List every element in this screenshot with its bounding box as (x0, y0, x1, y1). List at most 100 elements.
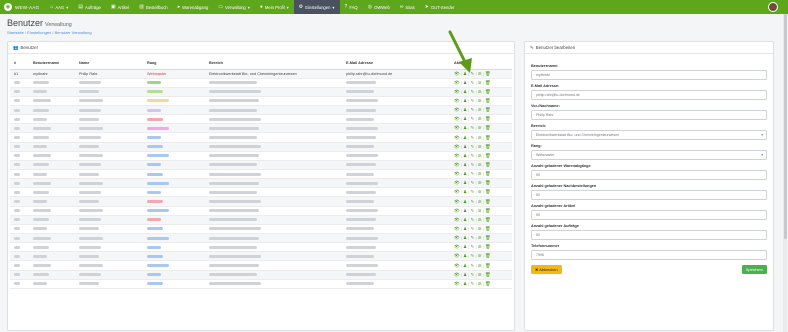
nav-item-auftr-ge[interactable]: ▤ Aufträge (73, 0, 106, 14)
table-row[interactable]: 👁 | ♟ | ✎ | ⊘ | 🗑 (10, 132, 512, 143)
block-icon[interactable]: ⊘ (478, 253, 482, 259)
nav-item-einstellungen[interactable]: ⚙ Einstellungen ▾ (293, 0, 340, 14)
text-field[interactable]: Philip Rahr (531, 110, 767, 120)
table-row[interactable]: 👁 | ♟ | ✎ | ⊘ | 🗑 (10, 169, 512, 180)
block-icon[interactable]: ⊘ (478, 235, 482, 241)
user-icon[interactable]: ♟ (463, 235, 467, 241)
block-icon[interactable]: ⊘ (478, 180, 482, 186)
user-icon[interactable]: ♟ (463, 80, 467, 86)
trash-icon[interactable]: 🗑 (485, 107, 491, 113)
cancel-button[interactable]: ✖ Abbrechen (531, 265, 562, 274)
view-icon[interactable]: 👁 (454, 253, 460, 259)
edit-icon[interactable]: ✎ (471, 217, 475, 223)
text-field[interactable]: 50 (531, 170, 767, 180)
user-icon[interactable]: ♟ (463, 98, 467, 104)
nav-item-faq[interactable]: ? FAQ (340, 0, 363, 14)
user-icon[interactable]: ♟ (463, 253, 467, 259)
nav-item-sitas[interactable]: ∞ Sitas (395, 0, 420, 14)
edit-icon[interactable]: ✎ (471, 98, 475, 104)
table-row[interactable]: 👁 | ♟ | ✎ | ⊘ | 🗑 (10, 224, 512, 235)
brand[interactable]: ◉ WEW-AAG (0, 0, 45, 14)
column-header-rank[interactable]: Rang (143, 58, 205, 70)
trash-icon[interactable]: 🗑 (485, 235, 491, 241)
table-row[interactable]: 👁 | ♟ | ✎ | ⊘ | 🗑 (10, 78, 512, 88)
edit-icon[interactable]: ✎ (471, 153, 475, 159)
view-icon[interactable]: 👁 (454, 199, 460, 205)
table-row[interactable]: 👁 | ♟ | ✎ | ⊘ | 🗑 (10, 114, 512, 125)
user-icon[interactable]: ♟ (463, 199, 467, 205)
nav-item-mein-profil[interactable]: ● Mein Profil ▾ (255, 0, 294, 14)
view-icon[interactable]: 👁 (454, 135, 460, 141)
block-icon[interactable]: ⊘ (478, 171, 482, 177)
column-header-username[interactable]: Benutzername (29, 58, 75, 70)
page-scrollbar[interactable] (783, 14, 787, 332)
block-icon[interactable]: ⊘ (478, 226, 482, 232)
view-icon[interactable]: 👁 (454, 71, 460, 77)
scrollbar-thumb[interactable] (783, 14, 787, 239)
user-icon[interactable]: ♟ (463, 144, 467, 150)
trash-icon[interactable]: 🗑 (485, 281, 491, 287)
table-row[interactable]: 👁 | ♟ | ✎ | ⊘ | 🗑 (10, 160, 512, 171)
edit-icon[interactable]: ✎ (471, 116, 475, 122)
nav-item-aag[interactable]: ⌂ AAG ▾ (45, 0, 73, 14)
block-icon[interactable]: ⊘ (478, 281, 482, 287)
trash-icon[interactable]: 🗑 (485, 208, 491, 214)
table-row[interactable]: #1 mylbrahr Philip Rahr Webmaster Elektr… (10, 69, 512, 79)
view-icon[interactable]: 👁 (454, 217, 460, 223)
text-field[interactable]: 7996 (531, 250, 767, 260)
user-icon[interactable]: ♟ (463, 272, 467, 278)
view-icon[interactable]: 👁 (454, 171, 460, 177)
edit-icon[interactable]: ✎ (471, 253, 475, 259)
edit-icon[interactable]: ✎ (471, 89, 475, 95)
column-header-id[interactable]: # (10, 58, 29, 70)
view-icon[interactable]: 👁 (454, 208, 460, 214)
table-row[interactable]: 👁 | ♟ | ✎ | ⊘ | 🗑 (10, 206, 512, 216)
block-icon[interactable]: ⊘ (478, 244, 482, 250)
column-header-name[interactable]: Name (75, 58, 143, 70)
trash-icon[interactable]: 🗑 (485, 226, 491, 232)
user-icon[interactable]: ♟ (463, 89, 467, 95)
block-icon[interactable]: ⊘ (478, 144, 482, 150)
table-row[interactable]: 👁 | ♟ | ✎ | ⊘ | 🗑 (10, 279, 512, 289)
block-icon[interactable]: ⊘ (478, 89, 482, 95)
block-icon[interactable]: ⊘ (478, 125, 482, 131)
table-row[interactable]: 👁 | ♟ | ✎ | ⊘ | 🗑 (10, 187, 512, 198)
user-icon[interactable]: ♟ (463, 281, 467, 287)
table-row[interactable]: 👁 | ♟ | ✎ | ⊘ | 🗑 (10, 123, 512, 134)
edit-icon[interactable]: ✎ (471, 281, 475, 287)
view-icon[interactable]: 👁 (454, 89, 460, 95)
view-icon[interactable]: 👁 (454, 98, 460, 104)
text-field[interactable]: 50 (531, 210, 767, 220)
table-row[interactable]: 👁 | ♟ | ✎ | ⊘ | 🗑 (10, 196, 512, 207)
user-icon[interactable]: ♟ (463, 107, 467, 113)
view-icon[interactable]: 👁 (454, 281, 460, 287)
table-row[interactable]: 👁 | ♟ | ✎ | ⊘ | 🗑 (10, 151, 512, 161)
table-row[interactable]: 👁 | ♟ | ✎ | ⊘ | 🗑 (10, 96, 512, 107)
table-row[interactable]: 👁 | ♟ | ✎ | ⊘ | 🗑 (10, 270, 512, 280)
user-icon[interactable]: ♟ (463, 217, 467, 223)
view-icon[interactable]: 👁 (454, 263, 460, 269)
user-icon[interactable]: ♟ (463, 162, 467, 168)
block-icon[interactable]: ⊘ (478, 199, 482, 205)
text-field[interactable]: philip.rahr@tu-dortmund.de (531, 90, 767, 100)
view-icon[interactable]: 👁 (454, 107, 460, 113)
view-icon[interactable]: 👁 (454, 162, 460, 168)
view-icon[interactable]: 👁 (454, 144, 460, 150)
trash-icon[interactable]: 🗑 (485, 71, 491, 77)
nav-item-bestellbuch[interactable]: ▥ Bestellbuch (134, 0, 172, 14)
nav-item-artikel[interactable]: ▣ Artikel (106, 0, 134, 14)
trash-icon[interactable]: 🗑 (485, 153, 491, 159)
trash-icon[interactable]: 🗑 (485, 180, 491, 186)
view-icon[interactable]: 👁 (454, 226, 460, 232)
block-icon[interactable]: ⊘ (478, 135, 482, 141)
trash-icon[interactable]: 🗑 (485, 272, 491, 278)
view-icon[interactable]: 👁 (454, 125, 460, 131)
block-icon[interactable]: ⊘ (478, 116, 482, 122)
select-field[interactable]: Webmaster ▾ (531, 150, 767, 160)
table-row[interactable]: 👁 | ♟ | ✎ | ⊘ | 🗑 (10, 260, 512, 271)
table-row[interactable]: 👁 | ♟ | ✎ | ⊘ | 🗑 (10, 251, 512, 262)
breadcrumb-home[interactable]: Startseite (7, 30, 24, 35)
column-header-email[interactable]: E-Mail Adresse (342, 58, 450, 70)
block-icon[interactable]: ⊘ (478, 263, 482, 269)
edit-icon[interactable]: ✎ (471, 180, 475, 186)
